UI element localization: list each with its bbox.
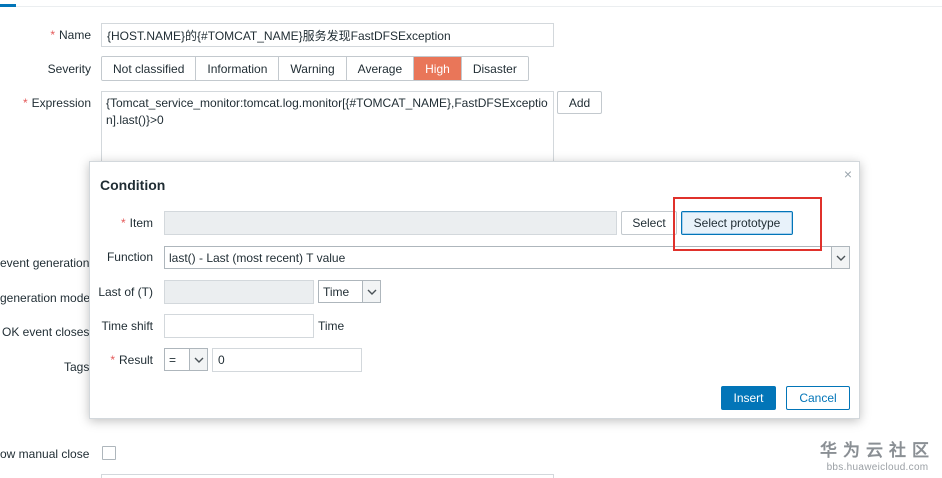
watermark: 华为云社区 bbs.huaweicloud.com [820,436,935,473]
chevron-down-icon [189,349,207,370]
last-of-unit-select[interactable]: Time [318,280,381,303]
severity-label: Severity [47,62,91,76]
ok-event-closes-label: OK event closes [2,325,90,339]
allow-manual-close-label: ow manual close [0,447,90,461]
close-icon[interactable]: × [844,166,852,182]
last-of-label: Last of (T) [98,285,153,299]
time-shift-unit: Time [318,319,345,333]
watermark-cn: 华为云社区 [820,441,935,460]
severity-not-classified[interactable]: Not classified [102,57,197,80]
function-select-value: last() - Last (most recent) T value [169,250,346,265]
expression-label: * Expression [22,96,91,110]
time-shift-label: Time shift [101,319,153,333]
severity-average[interactable]: Average [346,57,415,80]
result-operator-select[interactable]: = [164,348,208,371]
dialog-title: Condition [100,177,166,193]
function-label: Function [106,250,153,264]
chevron-down-icon [362,281,380,302]
expression-textarea[interactable]: {Tomcat_service_monitor:tomcat.log.monit… [101,91,554,171]
add-expression-button[interactable]: Add [557,91,602,114]
severity-selector: Not classified Information Warning Avera… [101,56,529,81]
allow-manual-close-checkbox[interactable] [102,446,116,460]
name-label: * Name [50,28,91,42]
annotation-highlight-box [673,197,822,251]
last-of-unit-value: Time [323,284,350,299]
ok-event-generation-label: event generation [0,256,90,270]
severity-high[interactable]: High [414,57,462,80]
result-operator-value: = [169,352,177,367]
result-value-input[interactable]: 0 [212,348,362,372]
required-asterisk: * [22,96,28,110]
ok-event-generation-mode-label: generation mode [0,291,91,305]
time-shift-input[interactable] [164,314,314,338]
chevron-down-icon [831,247,849,268]
cancel-button[interactable]: Cancel [786,386,850,410]
insert-button[interactable]: Insert [721,386,776,410]
top-accent-bar [0,4,16,7]
name-input[interactable]: {HOST.NAME}的{#TOMCAT_NAME}服务发现FastDFSExc… [101,23,554,47]
bottom-field-partial [101,474,554,478]
item-label: * Item [120,216,153,230]
required-asterisk: * [50,28,55,42]
severity-warning[interactable]: Warning [279,57,347,80]
watermark-url: bbs.huaweicloud.com [826,462,929,473]
last-of-input[interactable] [164,280,314,304]
severity-disaster[interactable]: Disaster [461,57,528,80]
top-strip [0,0,942,7]
required-asterisk: * [110,353,115,367]
item-input[interactable] [164,211,617,235]
severity-information[interactable]: Information [196,57,280,80]
result-label: * Result [110,353,153,367]
select-item-button[interactable]: Select [621,211,677,235]
required-asterisk: * [120,216,126,230]
tags-label: Tags [64,360,90,374]
